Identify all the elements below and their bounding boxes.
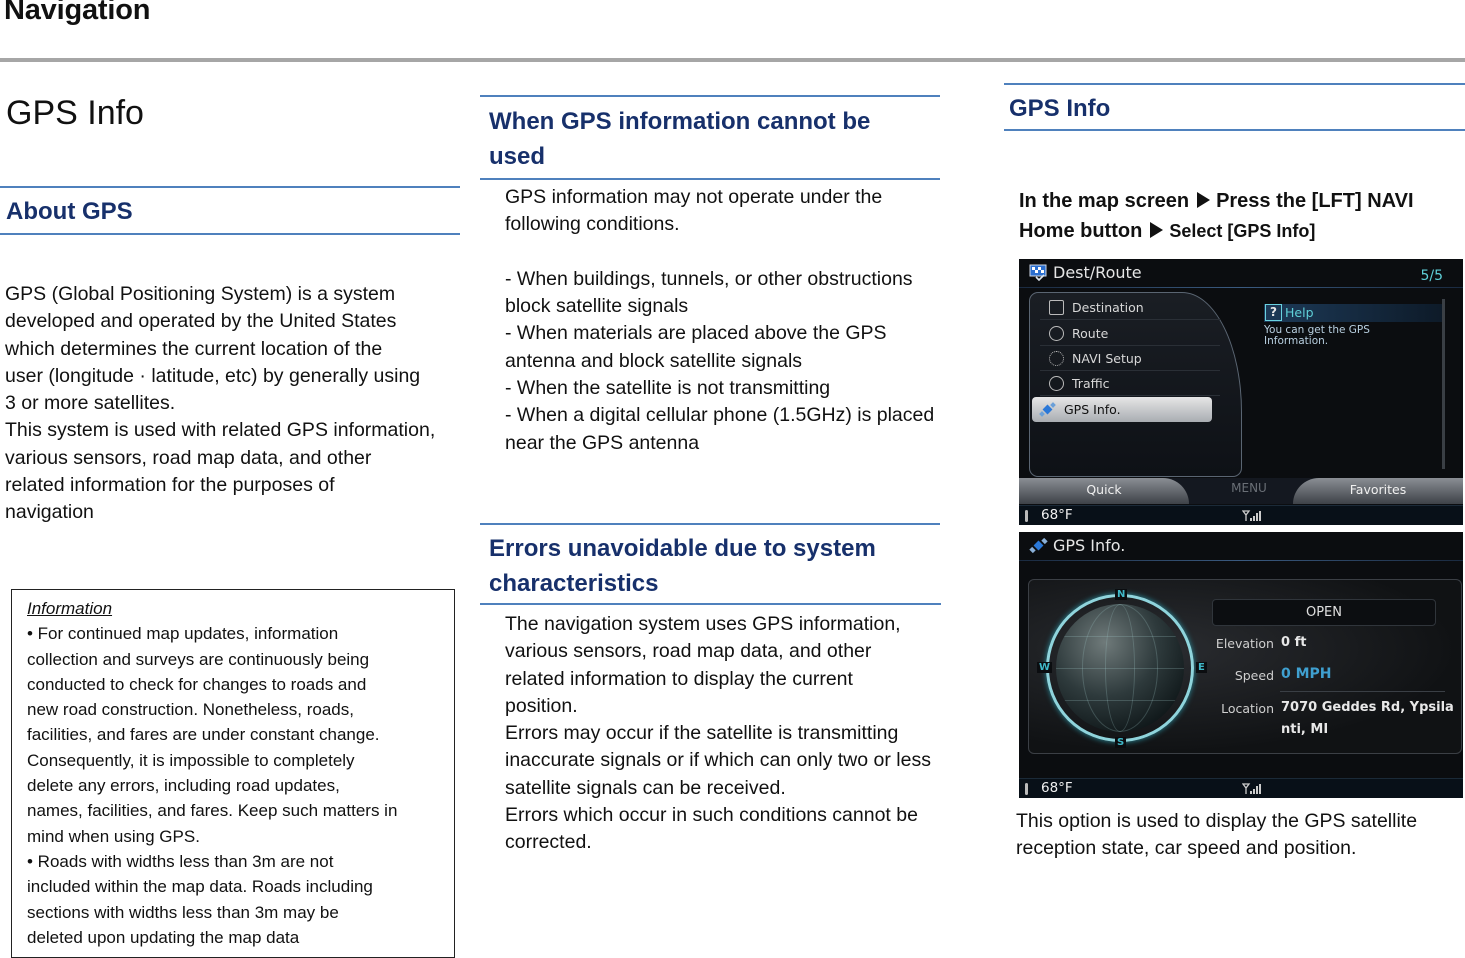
menu-item-navi-setup[interactable]: NAVI Setup	[1040, 346, 1220, 371]
help-label: Help	[1285, 305, 1314, 320]
location-label: Location	[1221, 701, 1274, 716]
about-gps-top-rule	[0, 186, 460, 188]
page-indicator: 5/5	[1420, 268, 1443, 284]
dest-route-menu: Destination Route NAVI Setup Traffic GPS…	[1029, 292, 1242, 477]
compass-west: W	[1037, 662, 1053, 673]
info-divider	[1280, 691, 1445, 692]
information-box-title: Information	[27, 599, 113, 618]
route-icon	[1049, 326, 1064, 341]
signal-strength-icon	[1242, 510, 1261, 521]
compass-south: S	[1115, 737, 1127, 748]
thermometer-icon	[1025, 783, 1028, 795]
signal-strength-icon	[1242, 783, 1261, 794]
elevation-value: 0 ft	[1281, 635, 1307, 650]
menu-item-label: NAVI Setup	[1072, 351, 1142, 366]
status-bar: 68°F	[1019, 505, 1463, 525]
title-divider	[1019, 560, 1463, 561]
gps-info-top-rule	[1004, 83, 1465, 85]
location-value-line1: 7070 Geddes Rd, Ypsila	[1281, 700, 1454, 715]
gear-icon	[1049, 351, 1064, 366]
gps-unusable-text: GPS information may not operate under th…	[505, 186, 935, 454]
traffic-icon	[1049, 376, 1064, 391]
tab-menu[interactable]: MENU	[1199, 481, 1299, 495]
information-box-text: • For continued map updates, information…	[27, 624, 398, 947]
globe-image	[1056, 604, 1184, 732]
errors-top-rule	[480, 523, 940, 525]
errors-bottom-rule	[480, 603, 941, 605]
errors-heading-line1: Errors unavoidable due to system	[489, 535, 876, 562]
help-header: ? Help	[1264, 304, 1444, 322]
about-gps-bottom-rule	[0, 233, 460, 235]
title-divider	[1019, 287, 1463, 288]
page-title: GPS Info	[6, 94, 144, 132]
elevation-label: Elevation	[1215, 636, 1274, 651]
about-gps-text: GPS (Global Positioning System) is a sys…	[5, 283, 436, 524]
open-button[interactable]: OPEN	[1212, 599, 1436, 626]
menu-item-route[interactable]: Route	[1040, 321, 1220, 346]
menu-item-traffic[interactable]: Traffic	[1040, 371, 1220, 396]
gps-info-screen-title: GPS Info.	[1053, 536, 1126, 555]
gps-info-screenshot: GPS Info. N S W E OPEN Elevation 0 ft Sp…	[1019, 532, 1463, 798]
menu-item-label: Destination	[1072, 300, 1144, 315]
gps-unusable-bottom-rule	[480, 178, 940, 180]
bottom-tab-bar: Quick MENU Favorites	[1019, 478, 1463, 504]
menu-item-label: Route	[1072, 326, 1109, 341]
instruction-step1: In the map screen	[1019, 190, 1190, 212]
page-header-title: Navigation	[4, 0, 151, 26]
errors-heading-line2: characteristics	[489, 570, 659, 597]
location-value-line2: nti, MI	[1281, 722, 1329, 737]
speed-label: Speed	[1234, 668, 1274, 683]
instruction-step2b: Home button	[1019, 220, 1143, 242]
errors-paragraph: The navigation system uses GPS informati…	[505, 611, 975, 857]
gps-info-heading: GPS Info	[1009, 95, 1111, 122]
arrow-right-icon	[1197, 192, 1211, 208]
temperature: 68°F	[1041, 780, 1073, 796]
thermometer-icon	[1025, 510, 1028, 522]
gps-unusable-heading: When GPS information cannot be used	[489, 104, 870, 174]
checkered-flag-icon	[1029, 264, 1047, 281]
gps-unusable-heading-line1: When GPS information cannot be	[489, 108, 871, 135]
menu-item-destination[interactable]: Destination	[1040, 295, 1220, 320]
gps-unusable-paragraph: GPS information may not operate under th…	[505, 184, 975, 457]
temperature: 68°F	[1041, 507, 1073, 523]
compass-north: N	[1115, 589, 1128, 600]
dest-route-title: Dest/Route	[1053, 263, 1142, 282]
status-bar: 68°F	[1019, 778, 1463, 798]
gps-unusable-heading-line2: used	[489, 143, 546, 170]
gps-unusable-top-rule	[480, 95, 940, 97]
help-text: You can get the GPS Information.	[1264, 324, 1370, 347]
gps-info-caption-text: This option is used to display the GPS s…	[1016, 810, 1418, 860]
satellite-icon	[1039, 402, 1056, 417]
speed-value: 0 MPH	[1281, 666, 1332, 682]
information-box: Information • For continued map updates,…	[11, 589, 455, 958]
gps-info-bottom-rule	[1004, 129, 1465, 131]
menu-item-label: GPS Info.	[1064, 402, 1121, 417]
errors-heading: Errors unavoidable due to system charact…	[489, 531, 876, 601]
tab-favorites[interactable]: Favorites	[1293, 478, 1463, 504]
gps-info-instructions: In the map screen Press the [LFT] NAVI Ho…	[1019, 186, 1465, 246]
menu-item-label: Traffic	[1072, 376, 1110, 391]
scrollbar[interactable]	[1442, 299, 1445, 469]
instruction-step2: Press the [LFT] NAVI	[1216, 190, 1414, 212]
arrow-right-icon	[1150, 222, 1164, 238]
tab-quick[interactable]: Quick	[1019, 478, 1189, 504]
about-gps-paragraph: GPS (Global Positioning System) is a sys…	[5, 281, 467, 527]
errors-text: The navigation system uses GPS informati…	[505, 613, 931, 854]
instruction-step3: Select [GPS Info]	[1169, 221, 1316, 241]
gps-info-caption: This option is used to display the GPS s…	[1016, 808, 1465, 863]
help-question-icon: ?	[1265, 304, 1282, 321]
header-divider	[0, 58, 1465, 62]
destination-flag-icon	[1049, 300, 1064, 315]
dest-route-screenshot: Dest/Route 5/5 Destination Route NAVI Se…	[1019, 259, 1463, 525]
satellite-icon	[1029, 537, 1048, 554]
about-gps-heading: About GPS	[6, 198, 133, 225]
menu-item-gps-info[interactable]: GPS Info.	[1032, 397, 1212, 422]
